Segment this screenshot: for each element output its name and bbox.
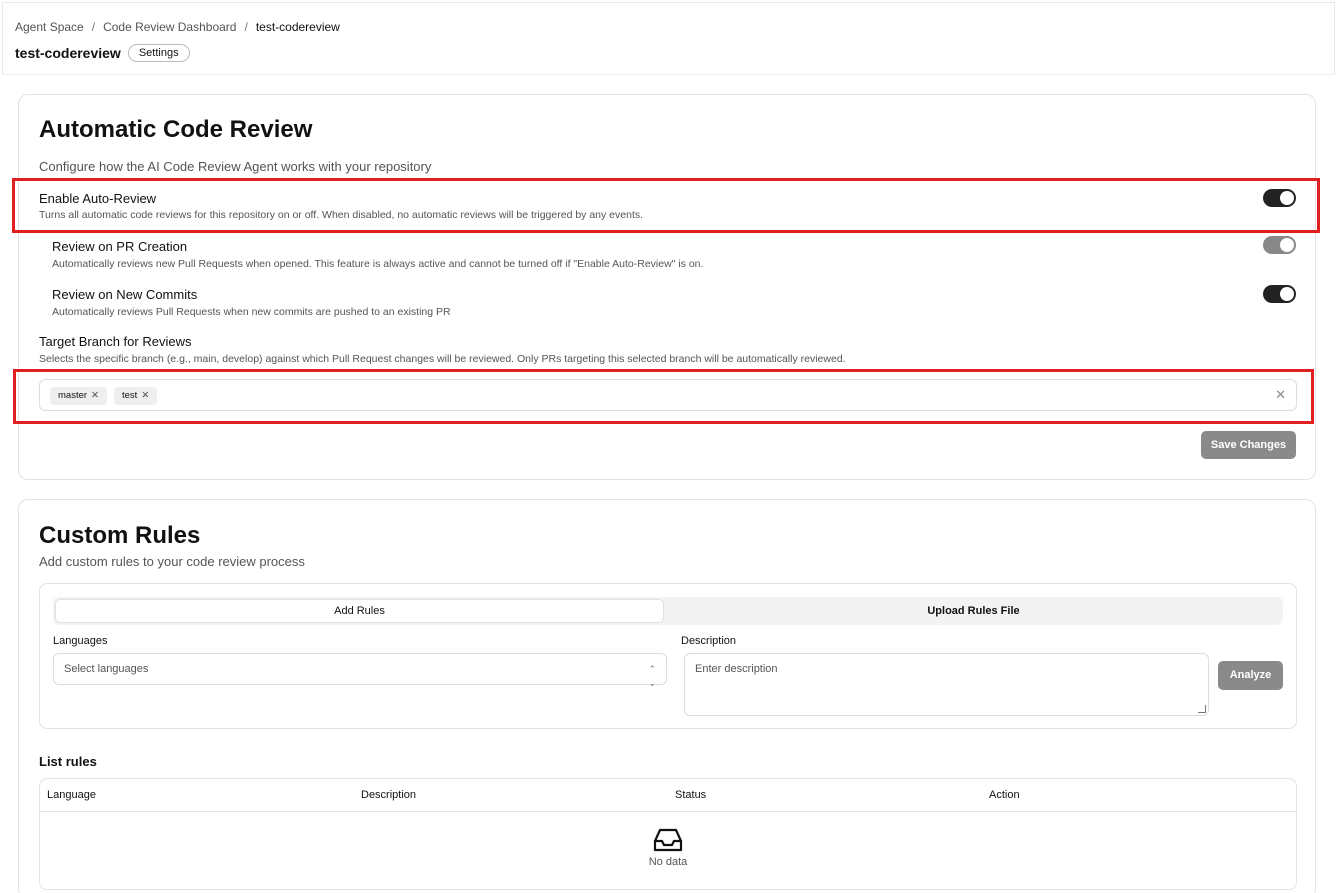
description-label: Description xyxy=(681,635,737,647)
languages-label: Languages xyxy=(53,635,108,647)
empty-text: No data xyxy=(648,856,688,868)
title-row: test-codereview Settings xyxy=(15,44,190,62)
settings-badge: Settings xyxy=(127,44,190,62)
breadcrumb-agent-space[interactable]: Agent Space xyxy=(15,20,84,34)
empty-state: No data xyxy=(40,827,1296,868)
review-on-new-commits-description: Automatically reviews Pull Requests when… xyxy=(52,306,451,318)
review-on-pr-creation-toggle xyxy=(1263,236,1296,254)
custom-rules-title: Custom Rules xyxy=(39,522,201,549)
column-action: Action xyxy=(989,789,1020,801)
breadcrumb-separator: / xyxy=(244,20,248,34)
rules-tabs: Add Rules Upload Rules File xyxy=(53,597,1283,625)
column-status: Status xyxy=(675,789,707,801)
custom-rules-card: Custom Rules Add custom rules to your co… xyxy=(18,499,1316,893)
tab-add-rules[interactable]: Add Rules xyxy=(55,599,664,623)
custom-rules-subtitle: Add custom rules to your code review pro… xyxy=(39,554,305,569)
toggle-knob xyxy=(1280,287,1294,301)
auto-review-subtitle: Configure how the AI Code Review Agent w… xyxy=(39,159,432,174)
tab-upload-rules-file[interactable]: Upload Rules File xyxy=(666,599,1281,623)
languages-placeholder: Select languages xyxy=(64,663,149,675)
target-branch-label: Target Branch for Reviews xyxy=(39,334,192,349)
highlight-enable-auto-review xyxy=(12,178,1320,233)
table-header: Language Description Status Action xyxy=(40,779,1296,812)
breadcrumb: Agent Space / Code Review Dashboard / te… xyxy=(15,20,340,34)
chevron-updown-icon: ⌃ ⌄ xyxy=(648,664,656,688)
column-language: Language xyxy=(47,789,96,801)
description-placeholder: Enter description xyxy=(695,663,778,675)
description-textarea[interactable]: Enter description xyxy=(684,653,1209,716)
analyze-button[interactable]: Analyze xyxy=(1218,661,1283,690)
auto-review-title: Automatic Code Review xyxy=(39,116,313,143)
resize-handle-icon[interactable] xyxy=(1198,705,1206,713)
review-on-new-commits-label: Review on New Commits xyxy=(52,287,198,302)
list-rules-title: List rules xyxy=(39,754,97,769)
column-description: Description xyxy=(361,789,417,801)
add-rules-form: Add Rules Upload Rules File Languages De… xyxy=(39,583,1297,729)
languages-select[interactable]: Select languages ⌃ ⌄ xyxy=(53,653,667,688)
breadcrumb-separator: / xyxy=(91,20,96,34)
page-header: Agent Space / Code Review Dashboard / te… xyxy=(2,2,1335,75)
rules-table: Language Description Status Action No da… xyxy=(39,778,1297,890)
save-changes-button[interactable]: Save Changes xyxy=(1201,431,1296,459)
breadcrumb-code-review-dashboard[interactable]: Code Review Dashboard xyxy=(103,20,236,34)
inbox-icon xyxy=(653,828,683,852)
toggle-knob xyxy=(1280,238,1294,252)
target-branch-description: Selects the specific branch (e.g., main,… xyxy=(39,353,846,365)
review-on-pr-creation-label: Review on PR Creation xyxy=(52,239,188,254)
page-title: test-codereview xyxy=(15,45,121,61)
review-on-pr-creation-description: Automatically reviews new Pull Requests … xyxy=(52,258,704,270)
highlight-target-branch xyxy=(13,369,1314,424)
breadcrumb-current: test-codereview xyxy=(255,20,340,34)
review-on-new-commits-toggle[interactable] xyxy=(1263,285,1296,303)
